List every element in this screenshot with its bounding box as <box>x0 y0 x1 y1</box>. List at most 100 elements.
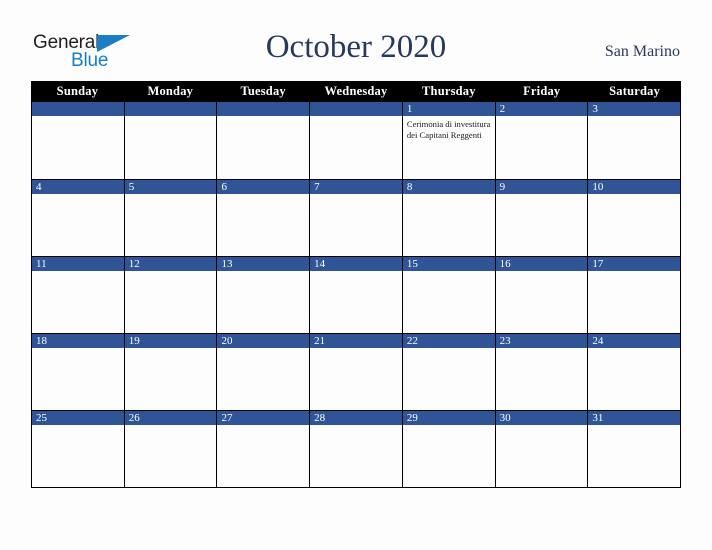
day-cell[interactable]: 27 <box>217 411 311 487</box>
day-events <box>217 116 309 179</box>
date-number: 2 <box>495 102 588 116</box>
date-number: 4 <box>32 180 124 194</box>
region-label: San Marino <box>604 43 680 60</box>
day-events <box>125 194 217 256</box>
day-events <box>217 271 309 333</box>
page-header: General Blue October 2020 San Marino <box>0 0 712 78</box>
day-cell[interactable]: 15 <box>402 257 496 333</box>
day-of-week-sunday: Sunday <box>56 84 99 98</box>
day-cell[interactable]: 23 <box>495 334 589 410</box>
date-number: 1 <box>402 102 495 116</box>
day-cell[interactable] <box>310 102 403 179</box>
day-cell[interactable]: 25 <box>32 411 125 487</box>
date-number: 24 <box>588 334 681 348</box>
event-text: Cerimonia di investitura dei Capitani Re… <box>406 119 491 140</box>
day-cell[interactable]: 9 <box>495 180 589 256</box>
date-number: 8 <box>402 180 495 194</box>
day-cell[interactable]: 21 <box>310 334 403 410</box>
day-events <box>32 348 124 410</box>
day-cell[interactable]: 8 <box>402 180 496 256</box>
day-events <box>32 116 124 179</box>
day-cell[interactable] <box>217 102 311 179</box>
day-events <box>588 271 680 333</box>
day-cell[interactable]: 17 <box>588 257 681 333</box>
day-events <box>588 116 680 179</box>
calendar-week-row: 11 12 13 14 15 16 17 <box>32 256 681 333</box>
day-events <box>496 116 588 179</box>
day-events <box>496 425 588 487</box>
day-events <box>217 194 309 256</box>
date-number: 11 <box>32 257 124 271</box>
day-events <box>217 425 309 487</box>
day-cell[interactable]: 16 <box>495 257 589 333</box>
day-cell[interactable] <box>124 102 218 179</box>
day-cell[interactable]: 3 <box>588 102 681 179</box>
calendar-weeks: 1 Cerimonia di investitura dei Capitani … <box>31 102 681 488</box>
calendar-week-row: 18 19 20 21 22 23 24 <box>32 333 681 410</box>
day-cell[interactable]: 30 <box>495 411 589 487</box>
date-number: 18 <box>32 334 124 348</box>
day-cell[interactable]: 4 <box>32 180 125 256</box>
day-of-week-monday: Monday <box>147 84 194 98</box>
date-number: 26 <box>124 411 217 425</box>
day-cell[interactable]: 24 <box>588 334 681 410</box>
day-cell[interactable]: 11 <box>32 257 125 333</box>
day-cell[interactable]: 28 <box>310 411 403 487</box>
date-number: 3 <box>588 102 681 116</box>
date-number <box>32 102 124 116</box>
day-cell[interactable]: 19 <box>124 334 218 410</box>
day-of-week-friday: Friday <box>523 84 561 98</box>
day-events <box>310 194 402 256</box>
day-cell[interactable]: 1 Cerimonia di investitura dei Capitani … <box>402 102 496 179</box>
date-number: 31 <box>588 411 681 425</box>
day-events <box>588 348 680 410</box>
day-cell[interactable]: 13 <box>217 257 311 333</box>
day-events <box>32 271 124 333</box>
date-number: 12 <box>124 257 217 271</box>
day-cell[interactable]: 14 <box>310 257 403 333</box>
date-number: 7 <box>310 180 402 194</box>
date-number: 21 <box>310 334 402 348</box>
day-cell[interactable]: 5 <box>124 180 218 256</box>
day-cell[interactable]: 29 <box>402 411 496 487</box>
date-number <box>217 102 310 116</box>
day-cell[interactable]: 20 <box>217 334 311 410</box>
day-cell[interactable]: 26 <box>124 411 218 487</box>
day-events <box>403 425 495 487</box>
calendar-week-row: 25 26 27 28 29 30 31 <box>32 410 681 487</box>
date-number: 10 <box>588 180 681 194</box>
day-cell[interactable]: 7 <box>310 180 403 256</box>
day-events <box>32 425 124 487</box>
date-number: 19 <box>124 334 217 348</box>
day-cell[interactable]: 18 <box>32 334 125 410</box>
day-of-week-thursday: Thursday <box>422 84 476 98</box>
day-events <box>125 348 217 410</box>
calendar-week-row: 4 5 6 7 8 9 10 <box>32 179 681 256</box>
day-of-week-tuesday: Tuesday <box>240 84 286 98</box>
date-number: 6 <box>217 180 310 194</box>
day-events <box>310 425 402 487</box>
day-events <box>125 116 217 179</box>
date-number: 16 <box>495 257 588 271</box>
day-cell[interactable]: 10 <box>588 180 681 256</box>
day-of-week-saturday: Saturday <box>609 84 661 98</box>
day-cell[interactable] <box>32 102 125 179</box>
date-number: 30 <box>495 411 588 425</box>
date-number: 13 <box>217 257 310 271</box>
day-events <box>403 348 495 410</box>
day-cell[interactable]: 22 <box>402 334 496 410</box>
calendar-grid: Sunday Monday Tuesday Wednesday Thursday… <box>31 81 681 488</box>
day-events <box>310 348 402 410</box>
day-events <box>310 271 402 333</box>
day-cell[interactable]: 12 <box>124 257 218 333</box>
day-cell[interactable]: 2 <box>495 102 589 179</box>
day-events: Cerimonia di investitura dei Capitani Re… <box>403 116 495 179</box>
date-number: 20 <box>217 334 310 348</box>
day-events <box>496 271 588 333</box>
date-number: 22 <box>402 334 495 348</box>
date-number: 23 <box>495 334 588 348</box>
day-cell[interactable]: 6 <box>217 180 311 256</box>
day-events <box>125 271 217 333</box>
day-events <box>496 194 588 256</box>
day-cell[interactable]: 31 <box>588 411 681 487</box>
